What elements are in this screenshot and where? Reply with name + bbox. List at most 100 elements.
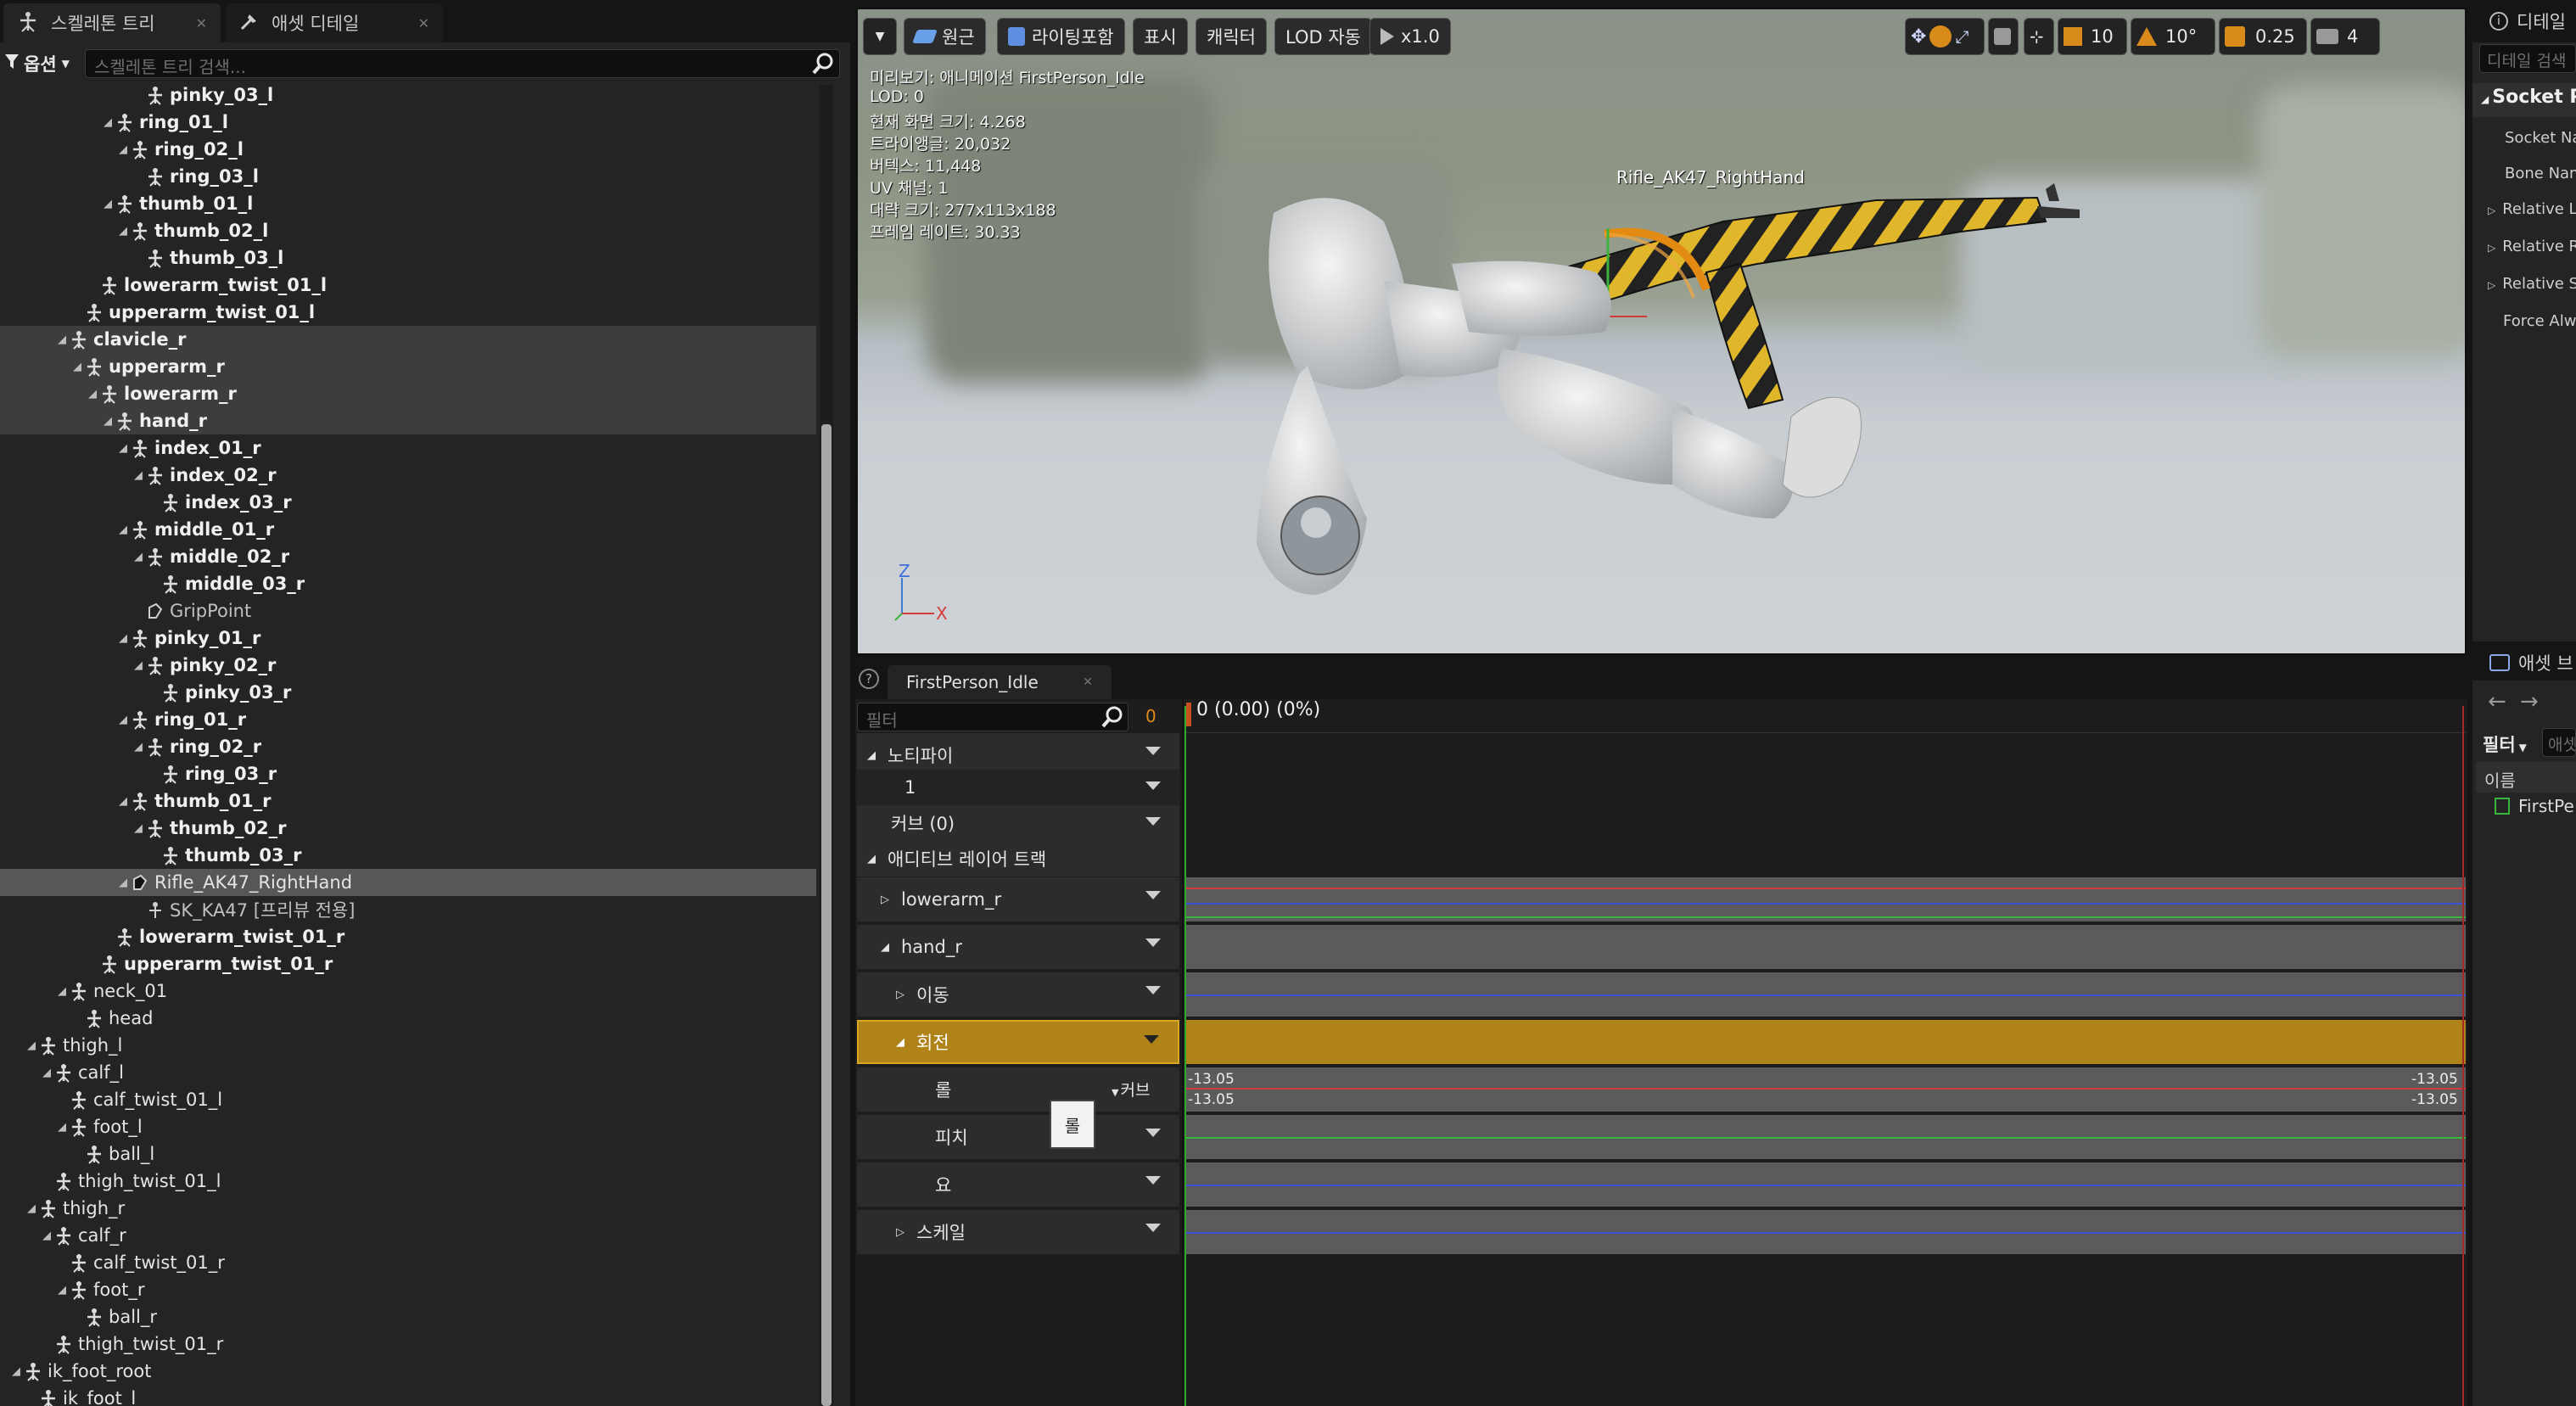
expand-arrow-icon[interactable]: ◢ <box>39 1230 54 1242</box>
chevron-down-icon[interactable] <box>1145 1129 1161 1137</box>
asset-name-column-header[interactable]: 이름 <box>2476 762 2576 793</box>
expand-arrow-icon[interactable]: ◢ <box>100 116 115 129</box>
surface-snap-button[interactable]: ⊹ <box>2024 18 2054 55</box>
chevron-down-icon[interactable] <box>1144 1035 1159 1044</box>
tree-row[interactable]: ◢ ring_01_r <box>0 706 816 733</box>
chevron-down-icon[interactable] <box>1145 891 1161 899</box>
track-roll[interactable]: 롤 ▼ 커브 <box>857 1067 1179 1112</box>
tree-row[interactable]: ◢ ring_01_l <box>0 109 816 136</box>
track-rotation[interactable]: ◢ 회전 <box>857 1020 1179 1064</box>
tree-row[interactable]: ◢ thumb_02_r <box>0 815 816 842</box>
expand-arrow-icon[interactable]: ◢ <box>70 361 85 373</box>
tree-row[interactable]: SK_KA47 [프리뷰 전용] <box>0 896 816 923</box>
detail-relative-location[interactable]: ▷ Relative Lo <box>2488 200 2576 218</box>
tree-row[interactable]: ring_03_r <box>0 760 816 787</box>
asset-filter-dropdown[interactable]: 필터 ▼ <box>2483 731 2527 757</box>
detail-relative-scale[interactable]: ▷ Relative S <box>2488 275 2576 293</box>
transform-tools[interactable]: ✥ ⤢ <box>1905 18 1985 55</box>
search-icon[interactable] <box>810 51 836 76</box>
track-additive-layer[interactable]: ◢ 애디티브 레이어 트랙 <box>857 841 1179 877</box>
chevron-down-icon[interactable] <box>1145 1224 1161 1232</box>
close-icon[interactable]: ✕ <box>196 15 207 31</box>
tree-row[interactable]: ball_l <box>0 1140 816 1168</box>
character-button[interactable]: 캐릭터 <box>1196 18 1267 55</box>
tree-row[interactable]: ◢ Rifle_AK47_RightHand <box>0 869 816 896</box>
scale-snap-button[interactable]: 0.25 <box>2219 18 2307 55</box>
tree-row[interactable]: index_03_r <box>0 489 816 516</box>
viewport-menu-button[interactable]: ▼ <box>863 18 897 55</box>
tree-row[interactable]: ◢ middle_02_r <box>0 543 816 570</box>
tree-row[interactable]: ◢ pinky_02_r <box>0 652 816 679</box>
tree-row[interactable]: ◢ calf_l <box>0 1059 816 1086</box>
tree-row[interactable]: ◢ thumb_01_r <box>0 787 816 815</box>
playhead-marker[interactable] <box>1186 703 1191 726</box>
tree-row[interactable]: thigh_twist_01_r <box>0 1330 816 1358</box>
tree-row[interactable]: ◢ foot_r <box>0 1276 816 1303</box>
rotate-icon[interactable] <box>1929 25 1952 48</box>
expand-arrow-icon[interactable]: ◢ <box>131 469 146 482</box>
close-icon[interactable]: ✕ <box>418 15 429 31</box>
grid-snap-button[interactable]: 10 <box>2058 18 2127 55</box>
expand-arrow-icon[interactable]: ◢ <box>115 442 131 455</box>
tree-row[interactable]: pinky_03_r <box>0 679 816 706</box>
track-pitch[interactable]: 피치 <box>857 1115 1179 1159</box>
detail-relative-rotation[interactable]: ▷ Relative R <box>2488 238 2576 255</box>
tree-row[interactable]: ◢ ik_foot_root <box>0 1358 816 1385</box>
lane-hand-r[interactable] <box>1184 925 2466 969</box>
tree-row[interactable]: thumb_03_r <box>0 842 816 869</box>
tree-row[interactable]: ◢ ring_02_r <box>0 733 816 760</box>
world-local-toggle[interactable] <box>1988 18 2019 55</box>
tree-row[interactable]: middle_03_r <box>0 570 816 597</box>
tree-row[interactable]: ◢ middle_01_r <box>0 516 816 543</box>
tab-details[interactable]: i 디테일 <box>2489 8 2566 34</box>
asset-search-input[interactable]: 애셋 <box>2542 728 2576 757</box>
track-scale[interactable]: ▷ 스케일 <box>857 1210 1179 1254</box>
tree-row[interactable]: GripPoint <box>0 597 816 625</box>
tree-row[interactable]: ◢ thigh_l <box>0 1032 816 1059</box>
expand-arrow-icon[interactable]: ◢ <box>54 1284 70 1297</box>
tree-row[interactable]: head <box>0 1005 816 1032</box>
tree-row[interactable]: ◢ calf_r <box>0 1222 816 1249</box>
lane-roll[interactable] <box>1184 1067 2466 1112</box>
tree-row[interactable]: ik_foot_l <box>0 1385 816 1406</box>
expand-arrow-icon[interactable]: ◢ <box>39 1067 54 1079</box>
move-icon[interactable]: ✥ <box>1911 26 1926 48</box>
chevron-down-icon[interactable] <box>1145 1176 1161 1185</box>
tree-row[interactable]: upperarm_twist_01_l <box>0 299 816 326</box>
search-icon[interactable] <box>1100 704 1125 730</box>
tree-row[interactable]: calf_twist_01_r <box>0 1249 816 1276</box>
expand-arrow-icon[interactable]: ◢ <box>54 333 70 346</box>
lighting-button[interactable]: 라이팅포함 <box>997 18 1125 55</box>
tree-row[interactable]: ◢ thumb_02_l <box>0 217 816 244</box>
chevron-down-icon[interactable] <box>1145 781 1161 790</box>
expand-arrow-icon[interactable]: ◢ <box>131 741 146 753</box>
tree-row[interactable]: ◢ foot_l <box>0 1113 816 1140</box>
chevron-down-icon[interactable] <box>1145 938 1161 947</box>
expand-arrow-icon[interactable]: ◢ <box>54 1121 70 1134</box>
panel-splitter[interactable] <box>2467 0 2472 1406</box>
tree-row[interactable]: ◢ thumb_01_l <box>0 190 816 217</box>
help-icon[interactable]: ? <box>859 667 879 689</box>
time-ruler[interactable] <box>1184 699 2466 733</box>
tree-row[interactable]: ◢ index_01_r <box>0 434 816 462</box>
track-translation[interactable]: ▷ 이동 <box>857 972 1179 1017</box>
tree-row[interactable]: ◢ clavicle_r <box>0 326 816 353</box>
expand-arrow-icon[interactable]: ◢ <box>115 143 131 156</box>
tree-row[interactable]: ring_03_l <box>0 163 816 190</box>
track-filter-input[interactable]: 필터 <box>857 703 1128 731</box>
expand-arrow-icon[interactable]: ◢ <box>100 198 115 210</box>
expand-arrow-icon[interactable]: ◢ <box>85 388 100 401</box>
track-curves[interactable]: 커브 (0) <box>857 805 1179 841</box>
tree-row[interactable]: ◢ hand_r <box>0 407 816 434</box>
chevron-down-icon[interactable] <box>1145 817 1161 826</box>
expand-arrow-icon[interactable]: ◢ <box>131 551 146 563</box>
expand-arrow-icon[interactable]: ◢ <box>24 1202 39 1215</box>
track-yaw[interactable]: 요 <box>857 1162 1179 1207</box>
tree-row[interactable]: thumb_03_l <box>0 244 816 272</box>
expand-arrow-icon[interactable]: ◢ <box>54 985 70 998</box>
expand-arrow-icon[interactable]: ◢ <box>131 659 146 672</box>
tab-firstperson-idle[interactable]: FirstPerson_Idle ✕ <box>888 665 1112 699</box>
show-button[interactable]: 표시 <box>1133 18 1188 55</box>
rotation-snap-button[interactable]: 10° <box>2131 18 2215 55</box>
expand-arrow-icon[interactable]: ◢ <box>8 1365 24 1378</box>
